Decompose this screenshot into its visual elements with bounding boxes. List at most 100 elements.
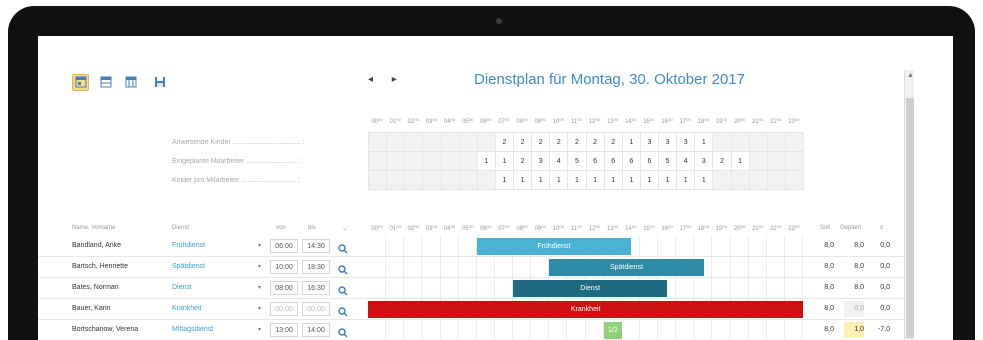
stats-cell: 1 bbox=[495, 152, 514, 170]
timeline-cell bbox=[477, 320, 495, 340]
stats-cell: 6 bbox=[640, 152, 659, 170]
stats-cell: 4 bbox=[677, 152, 696, 170]
col-header-bis: bis bbox=[308, 225, 316, 231]
shift-bar[interactable]: 1/2 bbox=[603, 322, 622, 339]
stats-cell bbox=[749, 152, 768, 170]
employee-row[interactable]: Bartsch, Henriette Spätdienst ▾ 10:00 18:30 S… bbox=[38, 257, 904, 278]
stats-cell: 1 bbox=[514, 171, 533, 189]
dienst-dropdown-icon[interactable]: ▾ bbox=[258, 305, 261, 312]
stats-cell bbox=[767, 152, 786, 170]
stats-cell bbox=[423, 152, 442, 170]
dienst-select[interactable]: Mittagsdienst bbox=[172, 326, 213, 333]
scrollbar-thumb[interactable] bbox=[906, 98, 914, 338]
timeline-cell bbox=[767, 236, 785, 256]
hour-label: 14⁰⁰ bbox=[625, 119, 637, 125]
search-icon[interactable] bbox=[338, 241, 348, 254]
search-icon[interactable] bbox=[338, 325, 348, 338]
hour-label: 21⁰⁰ bbox=[751, 119, 764, 125]
bis-input[interactable]: 14:00 bbox=[302, 323, 330, 337]
timeline-cell bbox=[422, 236, 441, 256]
timeline-cell bbox=[404, 278, 423, 298]
timeline-cell bbox=[785, 236, 803, 256]
hour-label: 03⁰⁰ bbox=[425, 119, 438, 125]
timeline-cell bbox=[785, 278, 803, 298]
stats-row: 111111111111 bbox=[369, 171, 804, 190]
timeline-cell bbox=[549, 320, 568, 340]
stats-cell: 1 bbox=[604, 171, 623, 189]
bis-input[interactable]: 18:30 bbox=[302, 260, 330, 274]
search-icon[interactable] bbox=[338, 304, 348, 317]
bis-input[interactable]: 14:30 bbox=[302, 239, 330, 253]
employee-row[interactable]: Bates, Norman Dienst ▾ 08:00 16:30 Dienst 8,0 8… bbox=[38, 278, 904, 299]
shift-bar[interactable]: Dienst bbox=[513, 280, 668, 297]
view-week-icon[interactable] bbox=[97, 74, 114, 91]
employee-row[interactable]: Bauer, Karin Krankheit ▾ 00:00 00:00 Krankhei… bbox=[38, 299, 904, 320]
timeline-cell bbox=[731, 257, 749, 277]
dienst-select[interactable]: Dienst bbox=[172, 284, 192, 291]
hour-label: 23⁰⁰ bbox=[788, 119, 800, 125]
stats-cell bbox=[459, 152, 478, 170]
dienst-dropdown-icon[interactable]: ▾ bbox=[258, 263, 261, 270]
timeline-cell bbox=[658, 320, 677, 340]
timeline-cell bbox=[459, 320, 477, 340]
geplant-value: 8,0 bbox=[854, 242, 864, 249]
diff-value: -7,0 bbox=[877, 326, 890, 333]
view-day-icon[interactable] bbox=[72, 73, 89, 91]
bis-input[interactable]: 16:30 bbox=[302, 281, 330, 295]
camera-icon bbox=[496, 18, 502, 24]
stats-cell bbox=[369, 133, 388, 151]
stats-cell bbox=[477, 133, 496, 151]
hour-label: 12⁰⁰ bbox=[588, 226, 601, 232]
scroll-up-icon[interactable]: ▲ bbox=[907, 72, 914, 79]
dienst-dropdown-icon[interactable]: ▾ bbox=[258, 284, 261, 291]
save-icon[interactable] bbox=[151, 74, 168, 91]
dienst-select[interactable]: Frühdienst bbox=[172, 242, 205, 249]
timeline-cell bbox=[368, 257, 387, 277]
dienst-select[interactable]: Spätdienst bbox=[172, 263, 205, 270]
von-input[interactable]: 10:00 bbox=[270, 260, 298, 274]
timeline-cell bbox=[441, 257, 459, 277]
col-header-filter-icon[interactable]: ⌄ bbox=[342, 225, 347, 232]
dienst-dropdown-icon[interactable]: ▾ bbox=[258, 326, 261, 333]
timeline-cell bbox=[459, 278, 477, 298]
hour-label: 00⁰⁰ bbox=[371, 119, 383, 125]
timeline-cell bbox=[368, 236, 387, 256]
stats-cell bbox=[387, 171, 406, 189]
search-icon[interactable] bbox=[338, 262, 348, 275]
stats-cell bbox=[477, 171, 496, 189]
stats-cell: 1 bbox=[477, 152, 496, 170]
col-header-soll: Soll bbox=[820, 225, 831, 231]
dienst-select[interactable]: Krankheit bbox=[172, 305, 202, 312]
app-window: ◂ ▸ Dienstplan für Montag, 30. Oktober 2… bbox=[38, 36, 953, 340]
stats-cell: 3 bbox=[640, 133, 659, 151]
shift-bar[interactable]: Spätdienst bbox=[549, 259, 704, 276]
employee-row[interactable]: Bandland, Anke Frühdienst ▾ 06:00 14:30 Frühd… bbox=[38, 236, 904, 257]
stats-cell bbox=[441, 171, 460, 189]
shift-bar[interactable]: Krankheit bbox=[368, 301, 804, 318]
timeline-cell bbox=[531, 257, 550, 277]
stats-cell: 1 bbox=[532, 171, 551, 189]
stats-cell bbox=[713, 133, 732, 151]
soll-value: 8,0 bbox=[824, 284, 834, 291]
hour-label: 10⁰⁰ bbox=[552, 226, 565, 232]
view-month-icon[interactable] bbox=[122, 74, 139, 91]
stats-cell: 2 bbox=[604, 133, 623, 151]
search-icon[interactable] bbox=[338, 283, 348, 296]
timeline-cell bbox=[441, 320, 459, 340]
von-input[interactable]: 08:00 bbox=[270, 281, 298, 295]
employee-row[interactable]: Bortschanow, Verena Mittagsdienst ▾ 13:00 14… bbox=[38, 320, 904, 340]
geplant-value: 0,0 bbox=[844, 301, 864, 317]
von-input[interactable]: 06:00 bbox=[270, 239, 298, 253]
hour-label: 18⁰⁰ bbox=[697, 226, 710, 232]
dienst-dropdown-icon[interactable]: ▾ bbox=[258, 242, 261, 249]
von-input[interactable]: 13:00 bbox=[270, 323, 298, 337]
date-nav-arrows[interactable]: ◂ ▸ bbox=[368, 74, 405, 85]
stats-cell bbox=[441, 133, 460, 151]
von-input[interactable]: 00:00 bbox=[270, 302, 298, 316]
vertical-scrollbar[interactable]: ▲ bbox=[904, 70, 914, 340]
timeline-cell bbox=[767, 320, 785, 340]
stats-cell: 1 bbox=[677, 171, 696, 189]
timeline-grid bbox=[368, 320, 803, 340]
shift-bar[interactable]: Frühdienst bbox=[476, 238, 632, 255]
bis-input[interactable]: 00:00 bbox=[302, 302, 330, 316]
